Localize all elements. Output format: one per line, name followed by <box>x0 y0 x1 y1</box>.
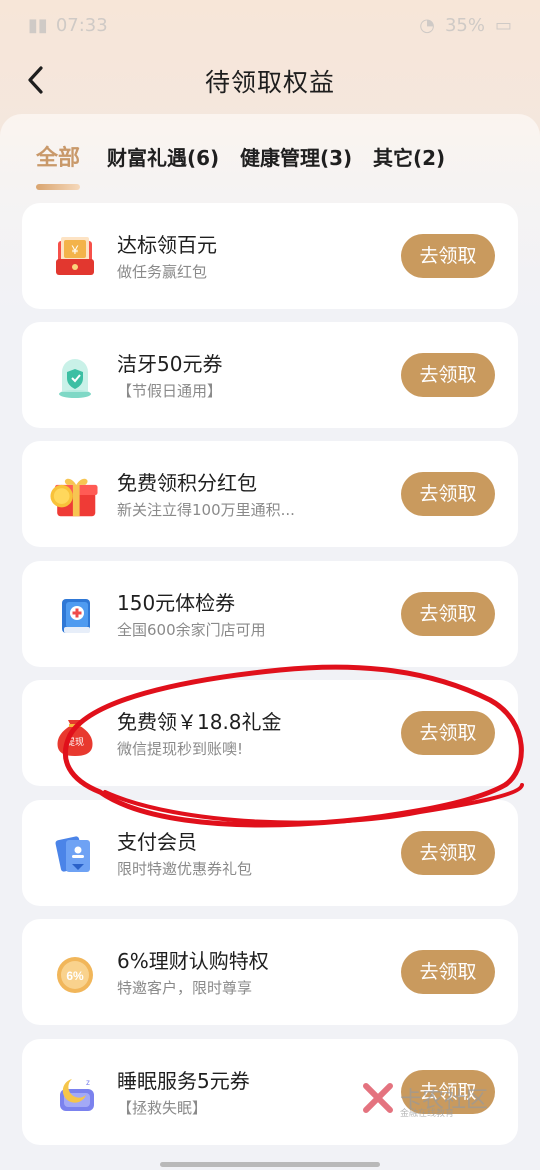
watermark-tagline: 金融在线教育 <box>400 1109 455 1119</box>
svg-text:z: z <box>86 1078 90 1087</box>
claim-button[interactable]: 去领取 <box>401 711 495 755</box>
money-bag-icon: 提现 <box>57 720 93 756</box>
claim-button[interactable]: 去领取 <box>401 950 495 994</box>
card-title: 睡眠服务5元券 <box>117 1069 250 1093</box>
tab-wealth[interactable]: 财富礼遇(6) <box>107 142 219 171</box>
claim-button[interactable]: 去领取 <box>401 592 495 636</box>
back-button[interactable] <box>18 62 54 98</box>
benefit-card[interactable]: 洁牙50元券 【节假日通用】 去领取 <box>22 322 518 428</box>
home-indicator[interactable] <box>160 1162 380 1167</box>
claim-button[interactable]: 去领取 <box>401 831 495 875</box>
benefit-card[interactable]: ¥ 达标领百元 做任务赢红包 去领取 <box>22 203 518 309</box>
card-subtitle: 全国600余家门店可用 <box>117 621 266 639</box>
card-title: 免费领￥18.8礼金 <box>117 710 282 734</box>
watermark-logo-icon <box>363 1083 393 1113</box>
money-bag-label: 提现 <box>66 737 84 747</box>
status-time: 07:33 <box>55 14 108 36</box>
status-right: ◔ 35% ▭ <box>419 15 512 36</box>
chevron-left-icon <box>28 66 43 94</box>
card-subtitle: 限时特邀优惠券礼包 <box>117 860 253 878</box>
card-title: 洁牙50元券 <box>117 352 223 376</box>
tooth-shield-icon <box>59 359 91 398</box>
benefit-card[interactable]: 提现 免费领￥18.8礼金 微信提现秒到账噢! 去领取 <box>22 680 518 786</box>
card-subtitle: 特邀客户，限时尊享 <box>117 979 253 997</box>
red-envelope-icon: ¥ <box>56 237 94 275</box>
claim-button[interactable]: 去领取 <box>401 472 495 516</box>
member-card-icon <box>55 836 90 872</box>
tab-bar: 全部 财富礼遇(6) 健康管理(3) 其它(2) <box>0 128 540 192</box>
benefit-card[interactable]: 免费领积分红包 新关注立得100万里通积... 去领取 <box>22 441 518 547</box>
benefit-card[interactable]: 6% 6%理财认购特权 特邀客户，限时尊享 去领取 <box>22 919 518 1025</box>
card-subtitle: 做任务赢红包 <box>117 263 208 281</box>
page-title: 待领取权益 <box>204 68 335 97</box>
card-title: 支付会员 <box>117 830 197 854</box>
percent-coin-label: 6% <box>66 969 84 983</box>
tab-all[interactable]: 全部 <box>36 140 80 172</box>
card-title: 6%理财认购特权 <box>117 949 269 973</box>
card-subtitle: 【节假日通用】 <box>117 382 223 400</box>
card-title: 150元体检券 <box>117 591 236 615</box>
status-left: ▮▮ 07:33 <box>28 15 108 36</box>
status-bar: ▮▮ 07:33 ◔ 35% ▭ <box>0 0 540 50</box>
percent-coin-icon: 6% <box>57 957 93 993</box>
battery-percent: 35% <box>444 14 485 36</box>
card-subtitle: 【拯救失眠】 <box>117 1099 208 1117</box>
battery-icon: ▭ <box>494 14 512 36</box>
card-title: 达标领百元 <box>117 233 217 257</box>
sleep-moon-icon: z <box>60 1078 94 1111</box>
claim-button[interactable]: 去领取 <box>401 353 495 397</box>
svg-text:¥: ¥ <box>71 243 79 257</box>
card-subtitle: 微信提现秒到账噢! <box>117 740 244 758</box>
card-subtitle: 新关注立得100万里通积... <box>117 501 295 519</box>
tab-other[interactable]: 其它(2) <box>373 142 445 171</box>
benefit-card[interactable]: 支付会员 限时特邀优惠券礼包 去领取 <box>22 800 518 906</box>
card-title: 免费领积分红包 <box>117 471 257 495</box>
nav-bar: 待领取权益 <box>0 50 540 112</box>
tab-health[interactable]: 健康管理(3) <box>240 142 352 171</box>
watermark: 卡农社区 金融在线教育 <box>360 1078 500 1119</box>
gift-box-icon <box>50 478 98 517</box>
signal-icon: ▮▮ <box>28 14 48 36</box>
claim-button[interactable]: 去领取 <box>401 234 495 278</box>
medical-book-icon <box>62 599 90 633</box>
wifi-icon: ◔ <box>419 14 435 36</box>
benefit-card[interactable]: 150元体检券 全国600余家门店可用 去领取 <box>22 561 518 667</box>
tab-active-indicator <box>36 184 80 190</box>
